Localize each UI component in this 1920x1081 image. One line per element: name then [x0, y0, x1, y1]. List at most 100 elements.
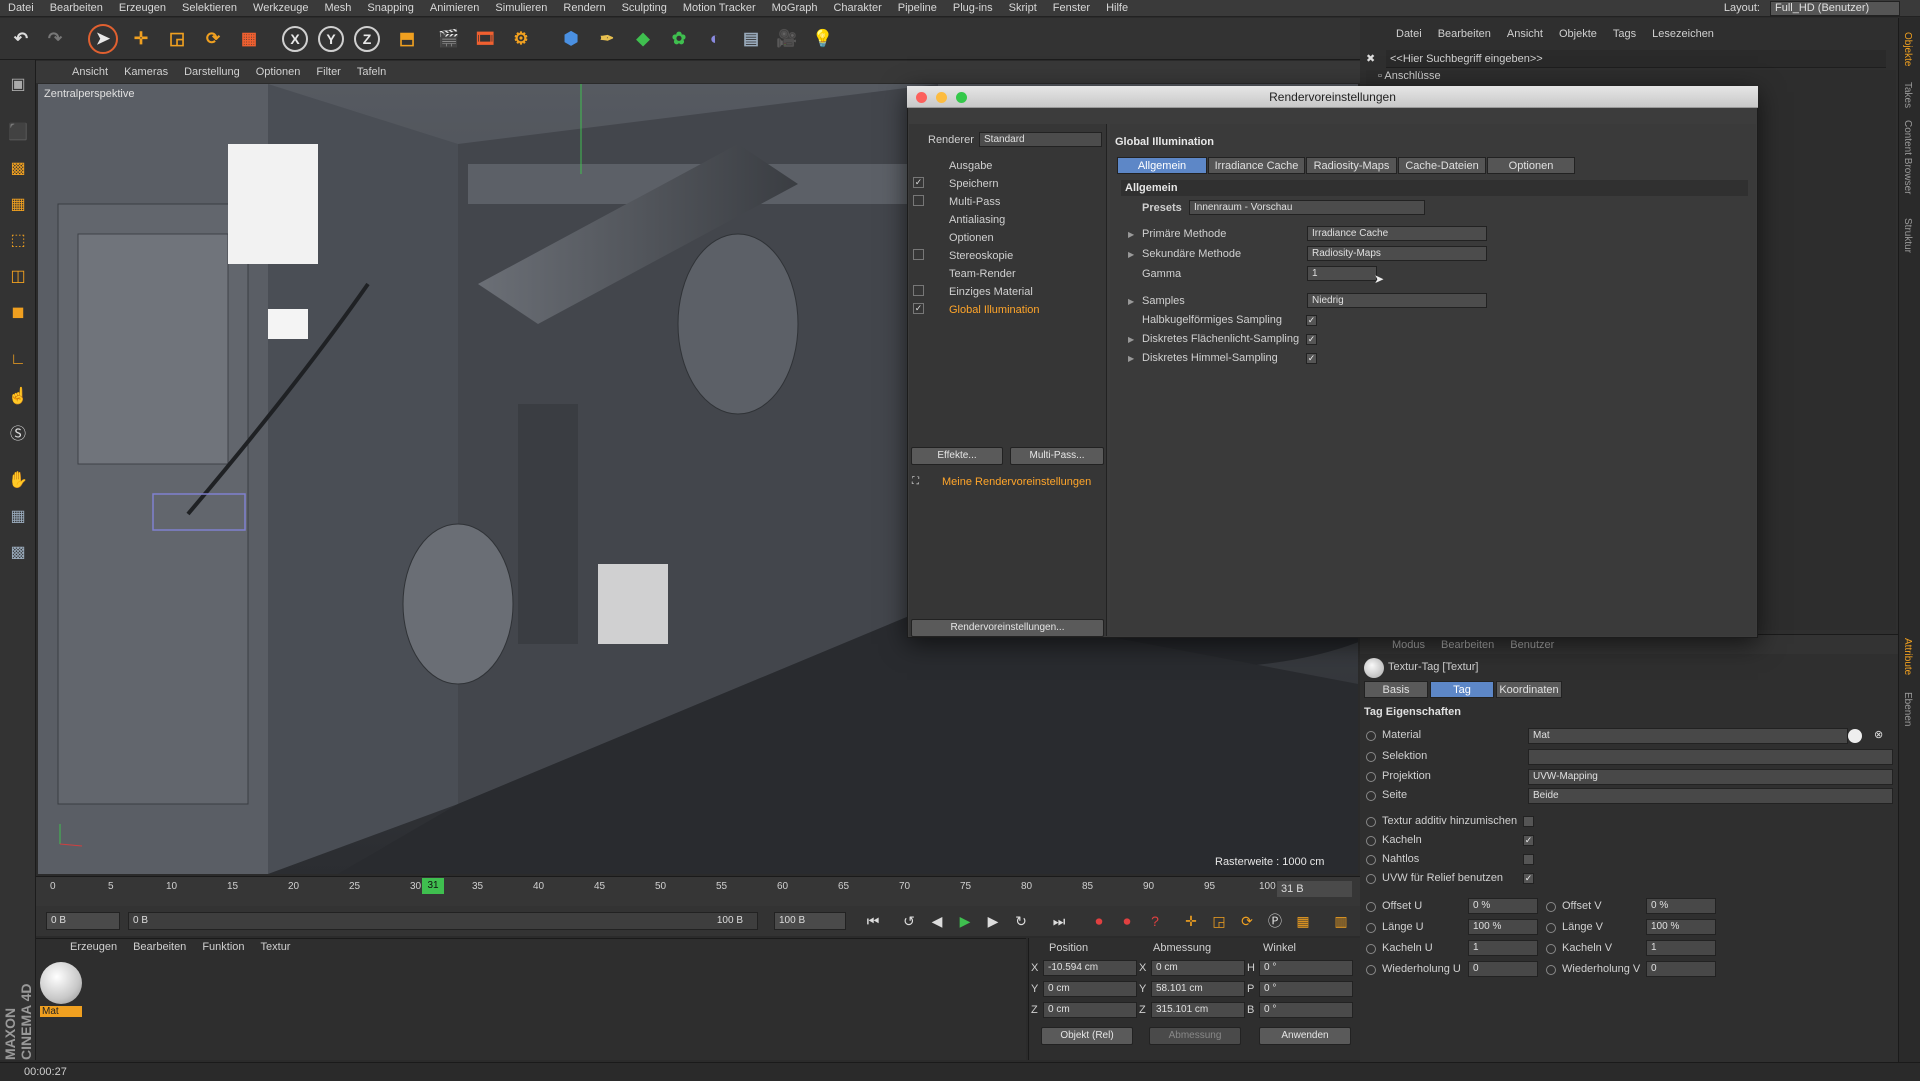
length-v-field[interactable]: 100 %	[1646, 919, 1716, 935]
nav-ausgabe[interactable]: Ausgabe	[949, 160, 992, 172]
apply-button[interactable]: Anwenden	[1259, 1027, 1351, 1045]
area-light-sampling-checkbox[interactable]: ✓	[1306, 334, 1317, 345]
keyframe-selection-icon[interactable]: ?	[1144, 911, 1166, 931]
timeline-ruler[interactable]: 0 5 10 15 20 25 30 35 40 45 50 55 60 65 …	[36, 876, 1360, 906]
pen-spline-icon[interactable]: ✒	[592, 24, 622, 54]
redo-icon[interactable]: ↷	[40, 24, 70, 54]
menu-charakter[interactable]: Charakter	[825, 2, 889, 14]
viewport-menu-ansicht[interactable]: Ansicht	[64, 66, 116, 78]
nav-antialiasing[interactable]: Antialiasing	[949, 214, 1005, 226]
make-editable-icon[interactable]: ▣	[4, 70, 32, 98]
uvw-relief-checkbox[interactable]: ✓	[1523, 873, 1534, 884]
object-menu-datei[interactable]: Datei	[1388, 28, 1430, 40]
multipass-button[interactable]: Multi-Pass...	[1010, 447, 1104, 465]
menu-bearbeiten[interactable]: Bearbeiten	[42, 2, 111, 14]
animate-radio[interactable]	[1366, 752, 1376, 762]
render-picture-viewer-icon[interactable]: 🎞	[470, 24, 500, 54]
sky-sampling-checkbox[interactable]: ✓	[1306, 353, 1317, 364]
nav-multipass-checkbox[interactable]	[913, 195, 924, 206]
menu-mograph[interactable]: MoGraph	[764, 2, 826, 14]
animate-radio[interactable]	[1366, 855, 1376, 865]
recent-tools-icon[interactable]: ▦	[234, 24, 264, 54]
render-preset-item[interactable]: Meine Rendervoreinstellungen	[942, 476, 1091, 488]
next-frame-icon[interactable]: ▶	[982, 911, 1004, 931]
repeat-v-field[interactable]: 0	[1646, 961, 1716, 977]
menu-motion-tracker[interactable]: Motion Tracker	[675, 2, 764, 14]
key-parameter-icon[interactable]: Ⓟ	[1264, 911, 1286, 931]
menu-animieren[interactable]: Animieren	[422, 2, 488, 14]
light-icon[interactable]: 💡	[808, 24, 838, 54]
viewport-menu-filter[interactable]: Filter	[308, 66, 348, 78]
side-tab-content-browser[interactable]: Content Browser	[1902, 120, 1913, 194]
size-x-field[interactable]: 0 cm	[1151, 960, 1245, 976]
object-menu-lesezeichen[interactable]: Lesezeichen	[1644, 28, 1722, 40]
snap-icon[interactable]: Ⓢ	[4, 418, 32, 446]
select-tool-icon[interactable]: ➤	[88, 24, 118, 54]
menu-datei[interactable]: Datei	[0, 2, 42, 14]
material-link-field[interactable]: Mat	[1528, 728, 1848, 744]
renderer-dropdown[interactable]: Standard	[979, 132, 1102, 147]
nav-optionen[interactable]: Optionen	[949, 232, 994, 244]
menu-snapping[interactable]: Snapping	[359, 2, 422, 14]
expand-triangle-icon[interactable]: ▶	[1128, 230, 1134, 239]
samples-dropdown[interactable]: Niedrig	[1307, 293, 1487, 308]
menu-pipeline[interactable]: Pipeline	[890, 2, 945, 14]
polygons-mode-icon[interactable]: ◼	[4, 298, 32, 326]
timeline-window-icon[interactable]: ▥	[1330, 911, 1352, 931]
axis-mode-icon[interactable]: ∟	[4, 346, 32, 374]
menu-hilfe[interactable]: Hilfe	[1098, 2, 1136, 14]
position-z-field[interactable]: 0 cm	[1043, 1002, 1137, 1018]
nav-einziges-material[interactable]: Einziges Material	[949, 286, 1033, 298]
animate-radio[interactable]	[1366, 902, 1376, 912]
autokey-icon[interactable]: ⏺	[1116, 911, 1138, 931]
mograph-cloner-icon[interactable]: ✿	[664, 24, 694, 54]
tab-basis[interactable]: Basis	[1364, 681, 1428, 698]
material-menu-bearbeiten[interactable]: Bearbeiten	[125, 941, 194, 953]
preset-expand-icon[interactable]: ⛶	[912, 476, 919, 487]
subdivision-generator-icon[interactable]: ◆	[628, 24, 658, 54]
additive-checkbox[interactable]	[1523, 816, 1534, 827]
start-frame-field[interactable]: 0 B	[46, 912, 120, 930]
length-u-field[interactable]: 100 %	[1468, 919, 1538, 935]
nav-speichern-checkbox[interactable]: ✓	[913, 177, 924, 188]
tile-checkbox[interactable]: ✓	[1523, 835, 1534, 846]
tweak-mode-icon[interactable]: ☝	[4, 382, 32, 410]
render-settings-button[interactable]: Rendervoreinstellungen...	[911, 619, 1104, 637]
tab-koordinaten[interactable]: Koordinaten	[1496, 681, 1562, 698]
object-menu-objekte[interactable]: Objekte	[1551, 28, 1605, 40]
scale-tool-icon[interactable]: ◲	[162, 24, 192, 54]
rotation-p-field[interactable]: 0 °	[1259, 981, 1353, 997]
workplane-mode-icon[interactable]: ▦	[4, 190, 32, 218]
x-axis-lock-icon[interactable]: X	[282, 26, 308, 52]
animate-radio[interactable]	[1546, 944, 1556, 954]
move-tool-icon[interactable]: ✛	[126, 24, 156, 54]
size-z-field[interactable]: 315.101 cm	[1151, 1002, 1245, 1018]
key-position-icon[interactable]: ✛	[1180, 911, 1202, 931]
floor-environment-icon[interactable]: ▤	[736, 24, 766, 54]
layout-dropdown[interactable]: Full_HD (Benutzer)	[1770, 1, 1900, 16]
position-x-field[interactable]: -10.594 cm	[1043, 960, 1137, 976]
seamless-checkbox[interactable]	[1523, 854, 1534, 865]
z-axis-lock-icon[interactable]: Z	[354, 26, 380, 52]
menu-sculpting[interactable]: Sculpting	[614, 2, 675, 14]
viewport-menu-tafeln[interactable]: Tafeln	[349, 66, 394, 78]
nav-stereoskopie-checkbox[interactable]	[913, 249, 924, 260]
projection-dropdown[interactable]: UVW-Mapping	[1528, 769, 1893, 785]
menu-selektieren[interactable]: Selektieren	[174, 2, 245, 14]
coordinate-mode-dropdown[interactable]: Objekt (Rel)	[1041, 1027, 1133, 1045]
expand-triangle-icon[interactable]: ▶	[1128, 354, 1134, 363]
material-menu-textur[interactable]: Textur	[253, 941, 299, 953]
nav-einziges-material-checkbox[interactable]	[913, 285, 924, 296]
nav-speichern[interactable]: Speichern	[949, 178, 999, 190]
side-tab-objekte[interactable]: Objekte	[1902, 32, 1913, 66]
key-scale-icon[interactable]: ◲	[1208, 911, 1230, 931]
animate-radio[interactable]	[1546, 902, 1556, 912]
edges-mode-icon[interactable]: ◫	[4, 262, 32, 290]
animate-radio[interactable]	[1366, 965, 1376, 975]
animate-radio[interactable]	[1546, 965, 1556, 975]
goto-end-icon[interactable]: ⏭	[1048, 911, 1070, 931]
clear-link-icon[interactable]: ⊗	[1874, 728, 1883, 741]
y-axis-lock-icon[interactable]: Y	[318, 26, 344, 52]
side-tab-struktur[interactable]: Struktur	[1902, 218, 1913, 253]
undo-icon[interactable]: ↶	[6, 24, 36, 54]
